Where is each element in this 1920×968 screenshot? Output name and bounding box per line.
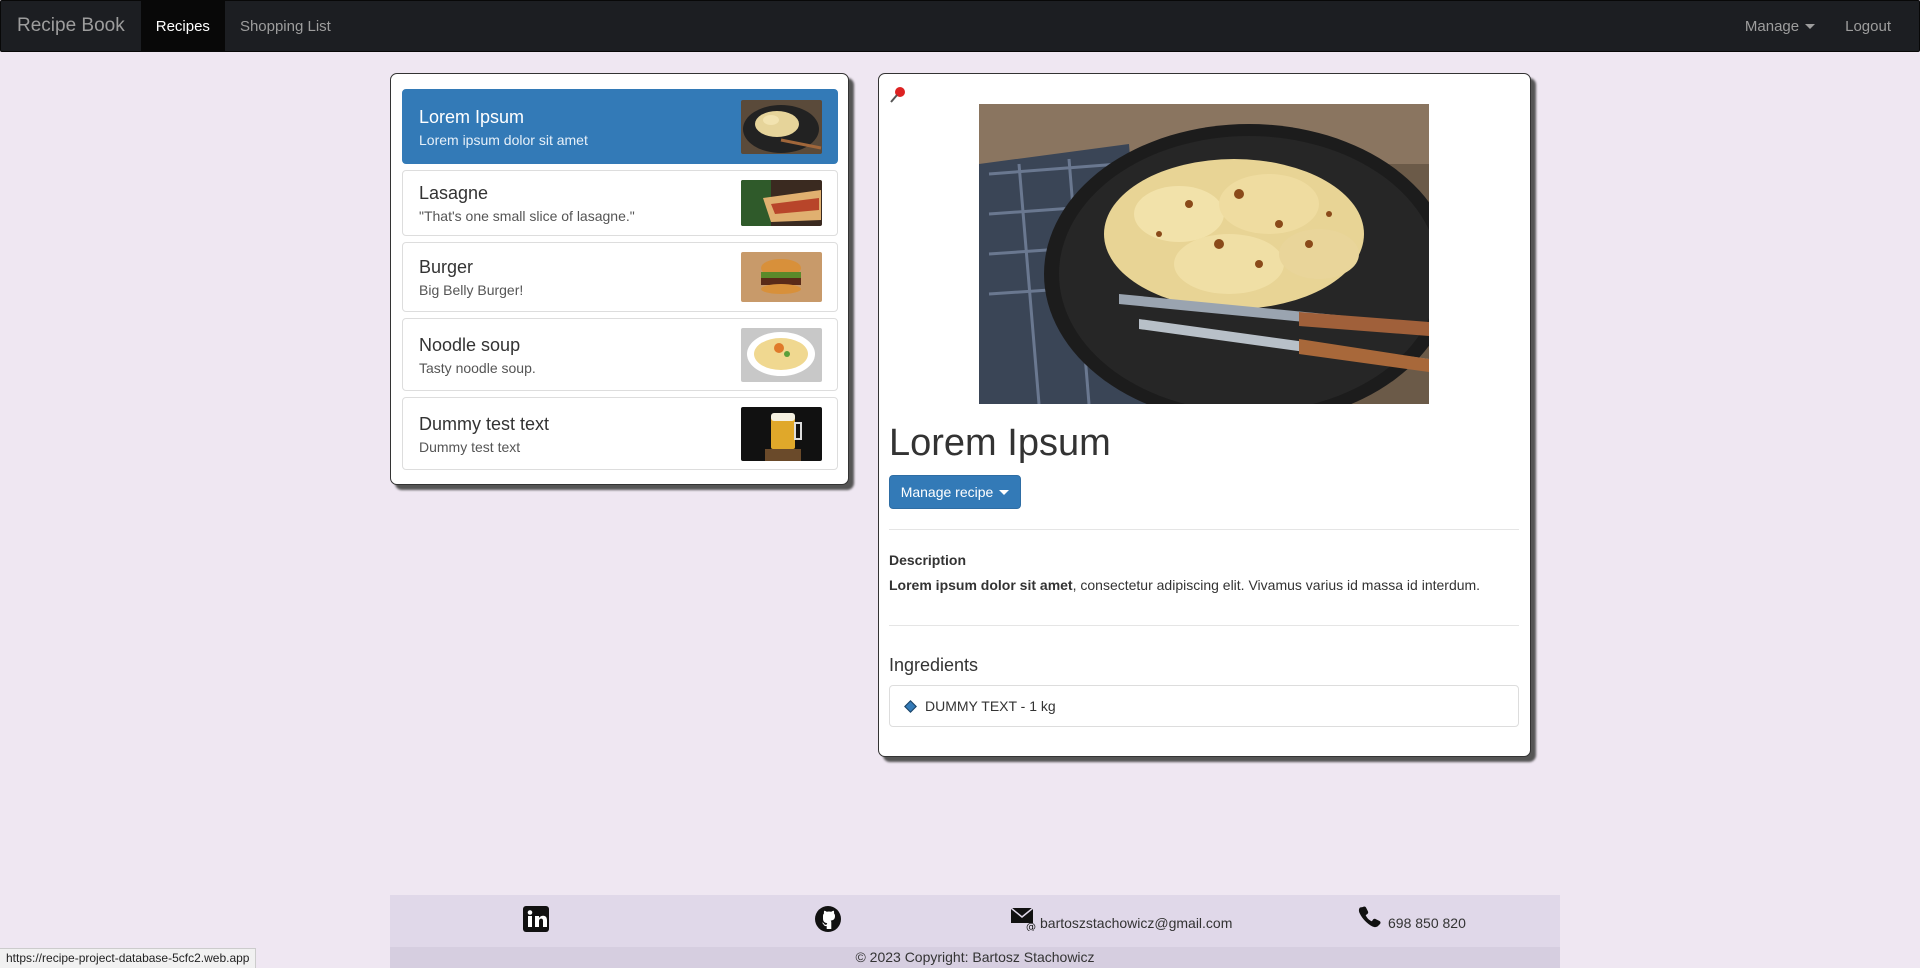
- recipe-item[interactable]: Noodle soup Tasty noodle soup.: [402, 318, 838, 391]
- pin-icon: [889, 86, 907, 104]
- recipe-title: Lorem Ipsum: [889, 422, 1111, 464]
- nav-recipes[interactable]: Recipes: [140, 1, 225, 51]
- email-contact: @ bartoszstachowicz@gmail.com: [1010, 905, 1232, 931]
- caret-down-icon: [999, 489, 1010, 495]
- description-bold: Lorem ipsum dolor sit amet: [889, 577, 1073, 593]
- ingredient-item[interactable]: DUMMY TEXT - 1 kg: [889, 685, 1519, 727]
- navbar: Recipe Book Recipes Shopping List Manage…: [0, 0, 1920, 52]
- navbar-left: Recipe Book Recipes Shopping List: [1, 1, 346, 51]
- svg-text:@: @: [1026, 922, 1036, 931]
- recipe-name: Dummy test text: [419, 413, 550, 434]
- recipe-item[interactable]: Dummy test text Dummy test text: [402, 397, 838, 470]
- recipe-item[interactable]: Burger Big Belly Burger!: [402, 242, 838, 312]
- linkedin-link[interactable]: [522, 905, 550, 933]
- description-rest: , consectetur adipiscing elit. Vivamus v…: [1072, 577, 1481, 593]
- recipe-image: [979, 104, 1429, 404]
- recipe-item-text: Noodle soup Tasty noodle soup.: [419, 334, 536, 376]
- description-text: Lorem ipsum dolor sit amet, consectetur …: [889, 577, 1480, 593]
- phone-icon: [1358, 906, 1381, 928]
- recipe-name: Lasagne: [419, 183, 489, 203]
- recipe-description: Big Belly Burger!: [419, 282, 524, 298]
- recipe-description: Tasty noodle soup.: [419, 359, 536, 376]
- divider: [889, 625, 1519, 626]
- caret-down-icon: [1805, 23, 1816, 29]
- mail-icon: @: [1010, 907, 1036, 931]
- divider: [889, 529, 1519, 530]
- github-link[interactable]: [814, 905, 842, 933]
- recipe-description: Lorem ipsum dolor sit amet: [419, 131, 588, 148]
- recipe-thumbnail: [741, 180, 822, 226]
- linkedin-icon: [523, 906, 549, 932]
- ingredients-heading: Ingredients: [889, 655, 979, 675]
- recipe-item-text: Dummy test text Dummy test text: [419, 413, 549, 455]
- manage-label: Manage: [1744, 17, 1800, 35]
- recipe-thumbnail: [741, 406, 822, 461]
- recipe-thumbnail: [741, 327, 822, 382]
- github-icon: [815, 906, 841, 932]
- recipe-thumbnail: [741, 99, 822, 154]
- manage-recipe-button[interactable]: Manage recipe: [889, 475, 1021, 509]
- nav-shopping-list[interactable]: Shopping List: [225, 1, 346, 51]
- phone-contact: 698 850 820: [1358, 905, 1466, 931]
- copyright: © 2023 Copyright: Bartosz Stachowicz: [390, 947, 1560, 968]
- phone-text[interactable]: 698 850 820: [1388, 915, 1466, 931]
- diamond-icon: [904, 699, 917, 713]
- brand-link[interactable]: Recipe Book: [1, 1, 141, 51]
- recipe-item[interactable]: Lorem Ipsum Lorem ipsum dolor sit amet: [402, 89, 838, 164]
- ingredient-text: DUMMY TEXT - 1 kg: [925, 698, 1056, 714]
- recipe-name: Noodle soup: [419, 334, 521, 355]
- recipe-name: Lorem Ipsum: [419, 106, 525, 127]
- manage-dropdown[interactable]: Manage: [1730, 1, 1830, 51]
- footer-contacts: @ bartoszstachowicz@gmail.com 698 850 82…: [390, 895, 1560, 947]
- footer: @ bartoszstachowicz@gmail.com 698 850 82…: [390, 895, 1560, 968]
- status-url: https://recipe-project-database-5cfc2.we…: [0, 948, 257, 968]
- recipe-list: Lorem Ipsum Lorem ipsum dolor sit amet L…: [390, 73, 849, 485]
- recipe-name: Burger: [419, 257, 474, 277]
- recipe-item-text: Lasagne "That's one small slice of lasag…: [419, 182, 635, 224]
- recipe-thumbnail: [741, 252, 822, 302]
- description-heading: Description: [889, 552, 967, 568]
- navbar-right: Manage Logout: [1730, 1, 1919, 51]
- recipe-item-text: Lorem Ipsum Lorem ipsum dolor sit amet: [419, 106, 588, 148]
- recipe-item-text: Burger Big Belly Burger!: [419, 256, 523, 298]
- recipe-item[interactable]: Lasagne "That's one small slice of lasag…: [402, 170, 838, 236]
- email-text[interactable]: bartoszstachowicz@gmail.com: [1040, 915, 1232, 931]
- recipe-detail: Lorem Ipsum Manage recipe Description Lo…: [878, 73, 1531, 757]
- logout-link[interactable]: Logout: [1830, 1, 1919, 51]
- recipe-description: "That's one small slice of lasagne.": [419, 208, 635, 224]
- manage-recipe-label: Manage recipe: [900, 484, 994, 500]
- recipe-description: Dummy test text: [419, 438, 521, 455]
